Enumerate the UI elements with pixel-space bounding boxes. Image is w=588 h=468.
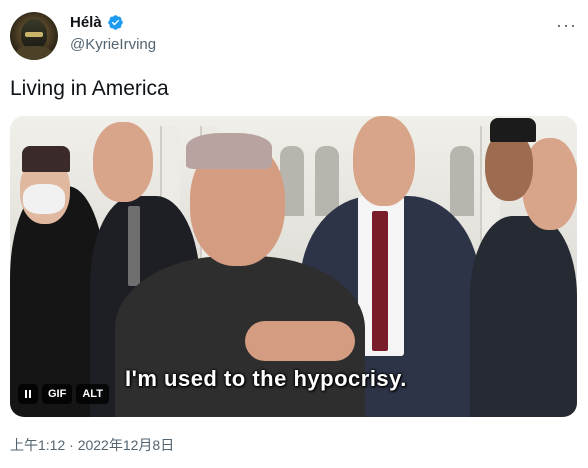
avatar-visor [25,32,43,37]
gif-badge: GIF [42,384,73,404]
face-mask-shape [23,184,65,214]
author-name-row[interactable]: Hélà [70,14,124,31]
arched-window [315,146,339,216]
author-display-name[interactable]: Hélà [70,14,102,31]
cap-shape [22,146,70,172]
verified-badge-icon [107,15,123,30]
more-icon[interactable]: ··· [556,16,577,34]
pause-icon[interactable] [18,384,38,404]
author-handle[interactable]: @KyrieIrving [70,36,156,53]
tie-shape [128,206,140,286]
speaker-cap [186,133,272,169]
avatar[interactable] [10,12,58,60]
person-head [93,122,153,202]
tie-shape [372,211,388,351]
arched-window [450,146,474,216]
tweet-timestamp[interactable]: 上午1:12 · 2022年12月8日 [10,435,174,455]
alt-badge[interactable]: ALT [76,384,109,404]
media-badges: GIF ALT [18,384,109,404]
avatar-body [16,46,52,60]
person-head [353,116,415,206]
speaker-hand [245,321,355,361]
tweet-text: Living in America [10,77,169,100]
cap-shape [490,118,536,142]
person-suit-right [470,216,577,417]
gif-caption: I'm used to the hypocrisy. [125,366,407,391]
media-gif[interactable]: I'm used to the hypocrisy. GIF ALT [10,116,577,417]
